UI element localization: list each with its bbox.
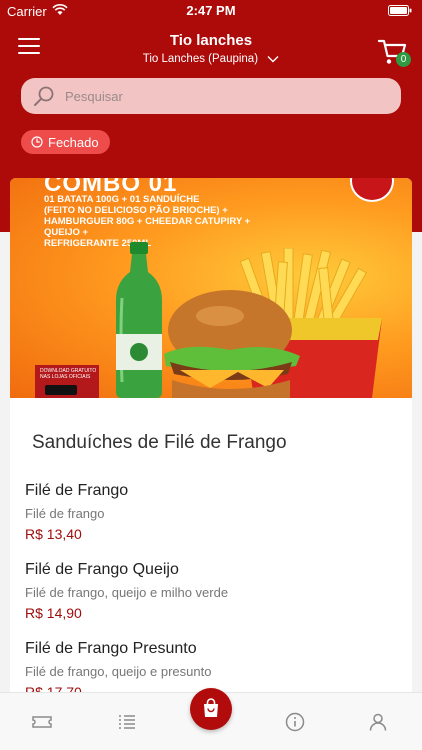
product-name: Filé de Frango Presunto [25, 640, 197, 657]
shopping-bag-icon [204, 698, 218, 717]
burger-image [164, 290, 300, 398]
app-download-badge: DOWNLOAD GRATUITO NAS LOJAS OFICIAIS [35, 365, 99, 398]
banner-line: HAMBURGUER 80G + CHEEDAR CATUPIRY + [44, 216, 251, 227]
product-price: R$ 13,40 [25, 526, 82, 542]
product-name: Filé de Frango Queijo [25, 561, 179, 578]
info-icon[interactable] [284, 711, 306, 733]
product-item[interactable]: Filé de Frango Filé de frango R$ 13,40 [25, 482, 405, 542]
search-input[interactable] [65, 78, 385, 114]
product-item[interactable]: Filé de Frango Queijo Filé de frango, qu… [25, 561, 405, 621]
banner-line: QUEIJO + [44, 227, 89, 238]
store-title: Tio lanches [169, 32, 253, 49]
brand-logo [350, 178, 394, 202]
search-bar[interactable] [21, 78, 401, 114]
status-time: 2:47 PM [186, 3, 236, 18]
product-description: Filé de frango, queijo e milho verde [25, 585, 229, 600]
bag-button[interactable] [190, 688, 232, 730]
product-description: Filé de frango [25, 506, 105, 521]
promo-banner[interactable]: COMBO 01 01 BATATA 100G + 01 SANDUÍCHE (… [10, 178, 412, 398]
clock-icon [31, 136, 43, 148]
user-icon[interactable] [367, 711, 389, 733]
section-title: Sanduíches de Filé de Frango [32, 432, 287, 453]
product-name: Filé de Frango [25, 482, 129, 499]
product-price: R$ 14,90 [25, 605, 82, 621]
product-description: Filé de frango, queijo e presunto [25, 664, 212, 679]
store-status-label: Fechado [48, 134, 99, 150]
search-icon [34, 86, 54, 106]
battery-icon [388, 5, 412, 16]
app-store-icon [45, 385, 77, 395]
cart-count-badge: 0 [396, 52, 411, 67]
banner-line: 01 BATATA 100G + 01 SANDUÍCHE [44, 194, 200, 205]
status-bar: Carrier 2:47 PM [0, 0, 422, 22]
store-selector-label: Tio Lanches (Paupina) [142, 53, 259, 65]
banner-line: (FEITO NO DELICIOSO PÃO BRIOCHE) + [44, 205, 228, 216]
list-icon[interactable] [116, 711, 138, 733]
chevron-down-icon [267, 55, 279, 63]
download-text: DOWNLOAD GRATUITO NAS LOJAS OFICIAIS [40, 368, 97, 380]
ticket-icon[interactable] [31, 711, 53, 733]
menu-card: COMBO 01 01 BATATA 100G + 01 SANDUÍCHE (… [10, 178, 412, 698]
store-status-badge: Fechado [21, 130, 110, 154]
banner-description: 01 BATATA 100G + 01 SANDUÍCHE (FEITO NO … [44, 194, 264, 249]
bottom-tab-bar [0, 688, 422, 750]
store-selector[interactable]: Tio Lanches (Paupina) [0, 53, 422, 65]
